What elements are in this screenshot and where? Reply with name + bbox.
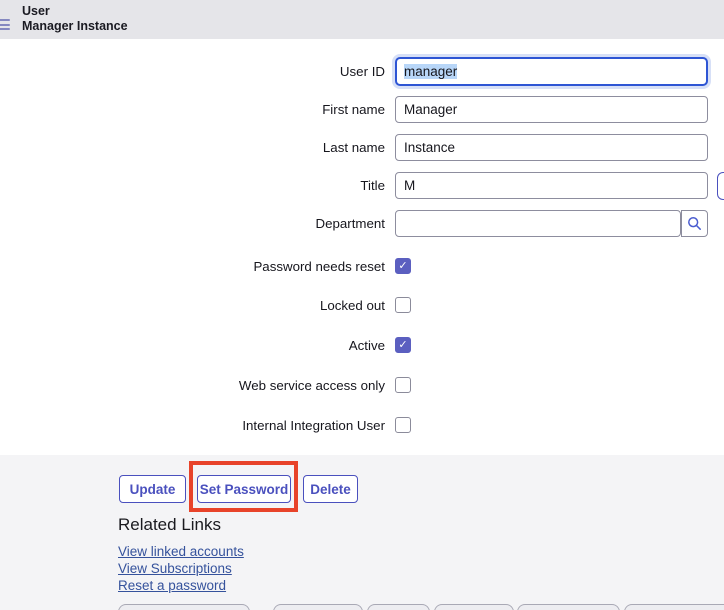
set-password-button[interactable]: Set Password xyxy=(197,475,291,503)
checkbox-row-password-needs-reset: Password needs reset ✓ xyxy=(0,258,724,275)
field-row-title: Title xyxy=(0,172,724,199)
locked-out-checkbox[interactable] xyxy=(395,297,411,313)
last-name-label: Last name xyxy=(0,134,385,161)
related-list-tab[interactable] xyxy=(434,604,514,610)
page-header: User Manager Instance xyxy=(0,0,724,39)
selected-text: manager xyxy=(404,64,457,79)
related-list-tab[interactable] xyxy=(517,604,620,610)
link-view-subscriptions[interactable]: View Subscriptions xyxy=(118,561,232,576)
active-label: Active xyxy=(0,337,385,354)
field-row-first-name: First name xyxy=(0,96,724,123)
link-reset-a-password[interactable]: Reset a password xyxy=(118,578,226,593)
checkbox-row-internal-integration-user: Internal Integration User xyxy=(0,417,724,434)
checkbox-row-locked-out: Locked out xyxy=(0,297,724,314)
title-label: Title xyxy=(0,172,385,199)
checkbox-row-active: Active ✓ xyxy=(0,337,724,354)
field-row-user-id: User ID manager xyxy=(0,58,724,85)
related-list-tab[interactable] xyxy=(367,604,430,610)
active-checkbox[interactable]: ✓ xyxy=(395,337,411,353)
hamburger-menu-icon[interactable] xyxy=(0,19,10,31)
web-service-access-only-label: Web service access only xyxy=(0,377,385,394)
internal-integration-user-label: Internal Integration User xyxy=(0,417,385,434)
search-icon xyxy=(687,216,702,231)
last-name-input[interactable] xyxy=(395,134,708,161)
internal-integration-user-checkbox[interactable] xyxy=(395,417,411,433)
web-service-access-only-checkbox[interactable] xyxy=(395,377,411,393)
title-input[interactable] xyxy=(395,172,708,199)
link-view-linked-accounts[interactable]: View linked accounts xyxy=(118,544,244,559)
locked-out-label: Locked out xyxy=(0,297,385,314)
department-input[interactable] xyxy=(395,210,681,237)
related-links-heading: Related Links xyxy=(118,515,221,535)
user-id-label: User ID xyxy=(0,58,385,85)
user-form-page: User Manager Instance User ID manager Fi… xyxy=(0,0,724,610)
clipped-edge-widget[interactable] xyxy=(717,172,724,200)
related-list-tab[interactable] xyxy=(273,604,363,610)
record-name: Manager Instance xyxy=(22,19,128,34)
related-list-tab[interactable] xyxy=(624,604,724,610)
delete-button[interactable]: Delete xyxy=(303,475,358,503)
checkbox-row-web-service-access-only: Web service access only xyxy=(0,377,724,394)
department-label: Department xyxy=(0,210,385,237)
field-row-department: Department xyxy=(0,210,724,237)
form-footer: Update Set Password Delete Related Links… xyxy=(0,455,724,610)
first-name-input[interactable] xyxy=(395,96,708,123)
related-list-tab[interactable] xyxy=(118,604,250,610)
first-name-label: First name xyxy=(0,96,385,123)
user-id-input[interactable]: manager xyxy=(395,57,708,86)
update-button[interactable]: Update xyxy=(119,475,186,503)
password-needs-reset-checkbox[interactable]: ✓ xyxy=(395,258,411,274)
page-title: User Manager Instance xyxy=(22,4,128,34)
form-area: User ID manager First name Last name Tit… xyxy=(0,39,724,455)
password-needs-reset-label: Password needs reset xyxy=(0,258,385,275)
department-lookup-button[interactable] xyxy=(681,210,708,237)
record-type: User xyxy=(22,4,128,19)
field-row-last-name: Last name xyxy=(0,134,724,161)
